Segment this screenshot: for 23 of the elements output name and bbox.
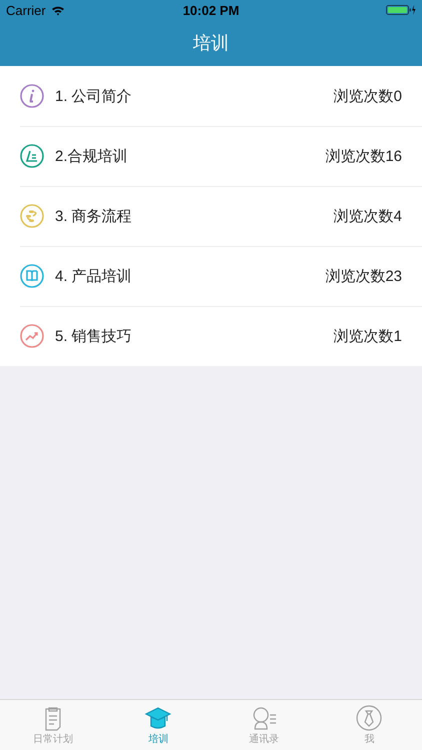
wifi-icon [50,4,65,16]
item-title: 3. 商务流程 [55,206,133,226]
item-title: 4. 产品培训 [55,266,133,286]
training-item[interactable]: 5. 销售技巧 浏览次数1 [0,306,422,366]
view-count: 浏览次数4 [334,206,402,226]
item-title: 5. 销售技巧 [55,326,133,346]
tie-icon [356,704,382,730]
training-item[interactable]: 4. 产品培训 浏览次数23 [0,246,422,306]
training-item[interactable]: 3. 商务流程 浏览次数4 [0,186,422,246]
view-count: 浏览次数1 [334,326,402,346]
item-title: 1. 公司简介 [55,86,133,106]
view-count: 浏览次数23 [325,266,402,286]
graduation-cap-icon [145,704,172,730]
page-title: 培训 [193,32,229,55]
item-title: 2.合规培训 [55,146,129,166]
clock-time: 10:02 PM [182,2,240,18]
battery-icon [386,4,416,16]
view-count: 浏览次数0 [334,86,402,106]
carrier-label: Carrier [6,2,46,18]
training-item[interactable]: 1. 公司简介 浏览次数0 [0,66,422,126]
training-item[interactable]: 2.合规培训 浏览次数16 [0,126,422,186]
contact-icon [250,704,277,730]
view-count: 浏览次数16 [325,146,402,166]
